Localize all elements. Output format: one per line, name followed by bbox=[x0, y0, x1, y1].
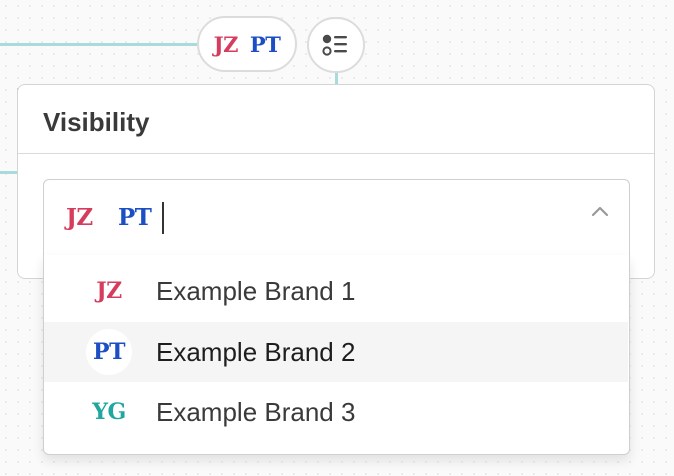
brand-logo-yg: YG bbox=[92, 399, 126, 425]
option-label: Example Brand 2 bbox=[156, 336, 356, 367]
panel-title: Visibility bbox=[18, 85, 654, 154]
list-bullets-icon bbox=[322, 34, 347, 56]
brand-visibility-badge[interactable]: JZ PT bbox=[197, 16, 297, 72]
selected-brand-chip-pt[interactable]: PT bbox=[118, 204, 152, 231]
chevron-up-icon[interactable] bbox=[591, 205, 609, 217]
dropdown-option-brand-3[interactable]: YG Example Brand 3 bbox=[44, 382, 628, 442]
brand-select-input[interactable]: JZ PT bbox=[43, 179, 630, 255]
connector-line bbox=[0, 43, 200, 46]
list-options-button[interactable] bbox=[307, 17, 365, 73]
brand-dropdown-menu: JZ Example Brand 1 PT Example Brand 2 YG… bbox=[43, 255, 630, 455]
text-cursor bbox=[162, 202, 164, 234]
brand-chip-jz: JZ bbox=[213, 31, 239, 57]
connector-line bbox=[0, 171, 18, 174]
brand-logo-jz: JZ bbox=[96, 278, 122, 304]
selected-brand-chip-jz[interactable]: JZ bbox=[66, 204, 93, 231]
brand-chip-pt: PT bbox=[249, 31, 281, 57]
option-label: Example Brand 3 bbox=[156, 396, 356, 427]
dropdown-option-brand-1[interactable]: JZ Example Brand 1 bbox=[44, 261, 628, 321]
option-label: Example Brand 1 bbox=[156, 275, 356, 306]
dropdown-option-brand-2[interactable]: PT Example Brand 2 bbox=[44, 322, 628, 382]
brand-logo-pt: PT bbox=[86, 329, 132, 375]
